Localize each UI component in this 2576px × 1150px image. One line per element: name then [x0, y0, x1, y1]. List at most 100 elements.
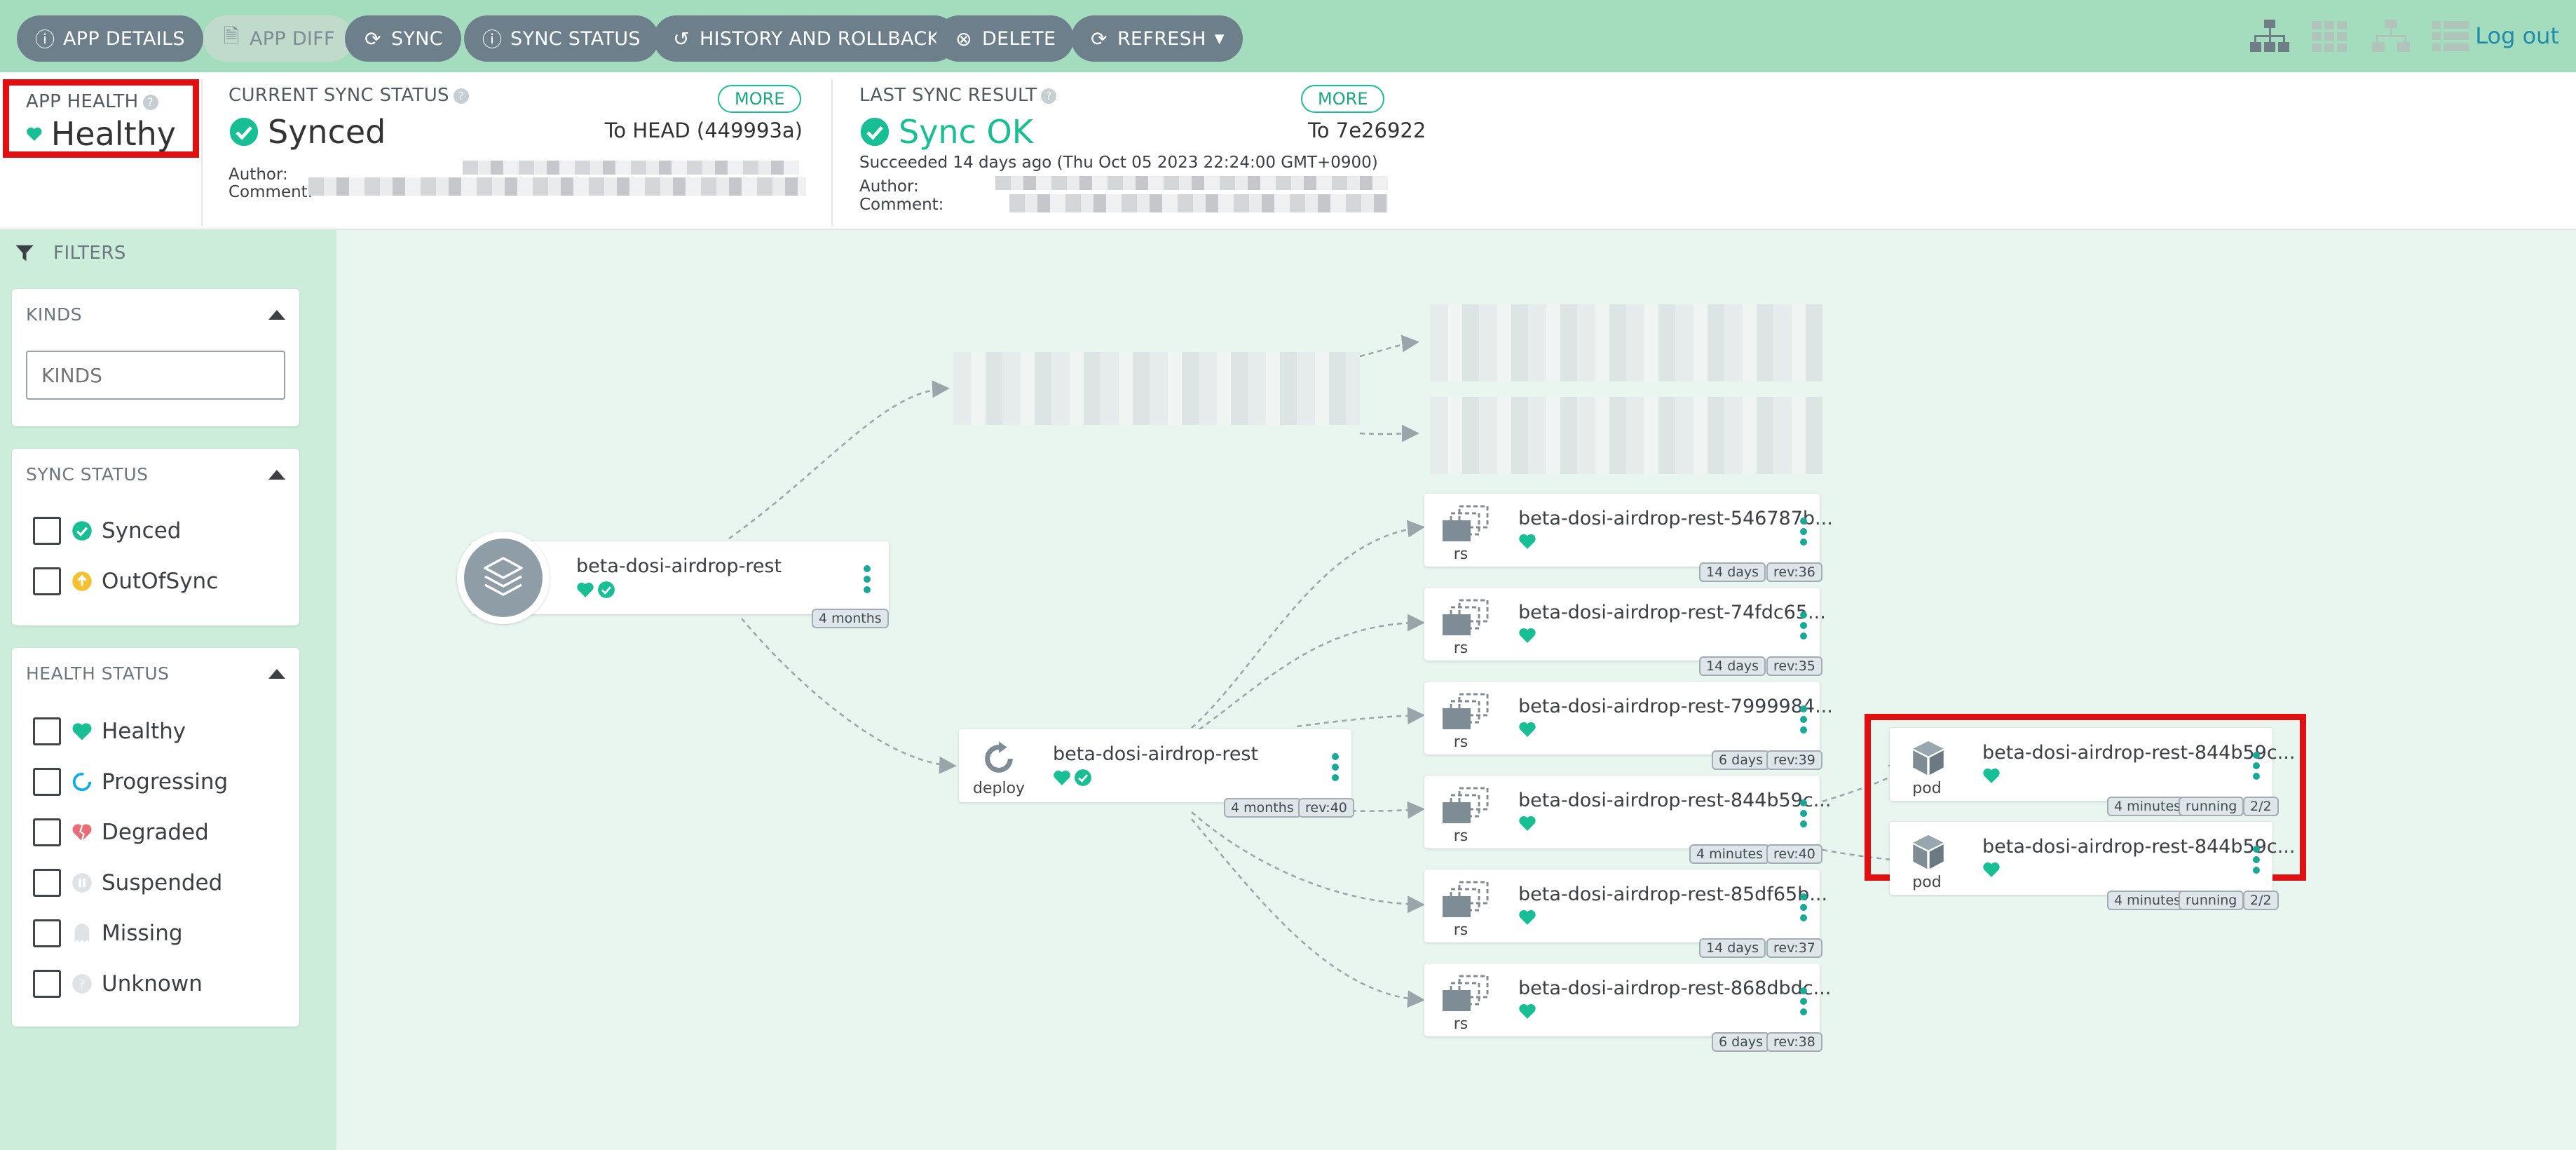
current-sync-target: To HEAD (449993a) [604, 119, 803, 142]
replicaset-icon [1443, 505, 1489, 541]
help-icon[interactable]: ? [453, 88, 469, 104]
tree-view-icon[interactable] [2250, 20, 2289, 55]
kebab-menu-icon[interactable] [2253, 752, 2260, 783]
app-diff-button[interactable]: 🗎 APP DIFF [203, 15, 353, 62]
divider [831, 79, 833, 226]
filter-healthy[interactable]: Healthy [33, 717, 186, 746]
filter-label: Unknown [102, 971, 203, 996]
node-name: beta-dosi-airdrop-rest-7999984... [1518, 696, 1833, 717]
pod-node[interactable]: pod beta-dosi-airdrop-rest-844b59c... 4 … [1890, 822, 2295, 910]
heart-icon [1519, 1003, 1536, 1019]
network-view-icon[interactable] [2372, 20, 2411, 55]
kebab-menu-icon[interactable] [1800, 518, 1807, 549]
checkbox[interactable] [33, 517, 61, 545]
history-and-rollback-button[interactable]: ↺ HISTORY AND ROLLBACK [653, 15, 958, 62]
filter-icon[interactable] [14, 243, 35, 264]
refresh-button[interactable]: ⟳ REFRESH ▼ [1071, 15, 1243, 62]
filter-unknown[interactable]: ? Unknown [33, 969, 203, 999]
checkbox[interactable] [33, 818, 61, 846]
node-name: beta-dosi-airdrop-rest-844b59c... [1982, 742, 2296, 764]
delete-button[interactable]: ⊗ DELETE [936, 15, 1075, 62]
replicaset-node[interactable]: rs beta-dosi-airdrop-rest-85df65b... 14 … [1424, 870, 1827, 958]
filter-synced[interactable]: Synced [33, 516, 181, 546]
kebab-menu-icon[interactable] [2253, 846, 2260, 877]
heart-icon [1519, 722, 1536, 737]
current-sync-more-button[interactable]: MORE [718, 85, 802, 113]
replicaset-node[interactable]: rs beta-dosi-airdrop-rest-74fdc65... 14 … [1424, 588, 1826, 676]
filter-outofsync[interactable]: OutOfSync [33, 567, 218, 596]
pod-cube-icon [1913, 834, 1944, 870]
logout-link[interactable]: Log out [2475, 22, 2559, 49]
filter-label: Synced [102, 518, 182, 543]
app-details-button[interactable]: ⓘ APP DETAILS [17, 15, 203, 62]
pods-view-icon[interactable] [2312, 20, 2351, 55]
revision-tag: rev:38 [1766, 1032, 1822, 1052]
age-tag: 14 days [1699, 656, 1766, 676]
node-name: beta-dosi-airdrop-rest-844b59c... [1982, 836, 2296, 858]
filter-degraded[interactable]: Degraded [33, 818, 209, 847]
filter-label: Healthy [102, 719, 186, 744]
filter-suspended[interactable]: Suspended [33, 868, 222, 898]
kinds-input[interactable] [26, 351, 285, 400]
replicaset-icon [1443, 881, 1489, 917]
age-tag: 4 months [812, 609, 889, 628]
kebab-menu-icon[interactable] [1800, 611, 1807, 643]
kebab-menu-icon[interactable] [864, 565, 871, 597]
node-kind: rs [1453, 1015, 1468, 1033]
checkbox[interactable] [33, 567, 61, 595]
redacted-node [953, 352, 1360, 425]
list-view-icon[interactable] [2432, 20, 2472, 55]
collapse-caret-icon[interactable] [268, 470, 285, 480]
replicaset-node[interactable]: rs beta-dosi-airdrop-rest-868dbdc... 6 d… [1424, 963, 1831, 1052]
kebab-menu-icon[interactable] [1800, 987, 1807, 1019]
revision-tag: rev:35 [1766, 656, 1822, 676]
age-tag: 4 months [1224, 798, 1301, 818]
pod-node[interactable]: pod beta-dosi-airdrop-rest-844b59c... 4 … [1890, 728, 2295, 816]
heart-icon [1519, 628, 1536, 643]
checkbox[interactable] [33, 768, 61, 796]
checkbox[interactable] [33, 919, 61, 947]
deploy-icon [985, 741, 1013, 773]
filter-progressing[interactable]: Progressing [33, 767, 228, 797]
status-tag: running [2179, 797, 2244, 816]
pause-circle-icon [72, 873, 92, 893]
node-name: beta-dosi-airdrop-rest-844b59c... [1518, 790, 1832, 811]
current-sync-author-label: Author: [229, 165, 288, 184]
collapse-caret-icon[interactable] [268, 310, 285, 320]
redacted-author [463, 161, 799, 175]
age-tag: 4 minutes [1689, 844, 1771, 864]
kebab-menu-icon[interactable] [1332, 753, 1339, 785]
sync-status-button[interactable]: ⓘ SYNC STATUS [464, 15, 659, 62]
last-sync-author-label: Author: [859, 177, 919, 196]
application-node[interactable]: beta-dosi-airdrop-rest 4 months [457, 532, 889, 628]
filter-label: Progressing [102, 769, 229, 794]
last-sync-more-button[interactable]: MORE [1301, 85, 1385, 113]
kebab-menu-icon[interactable] [1800, 893, 1807, 925]
sync-button[interactable]: ⟳ SYNC [345, 15, 461, 62]
heart-icon [72, 723, 92, 740]
node-name: beta-dosi-airdrop-rest-546787b... [1518, 508, 1833, 529]
collapse-caret-icon[interactable] [268, 669, 285, 679]
arrow-up-circle-icon [72, 571, 92, 591]
help-icon[interactable]: ? [1041, 88, 1057, 104]
status-tag: running [2179, 891, 2244, 910]
node-name: beta-dosi-airdrop-rest-868dbdc... [1518, 977, 1832, 999]
replicaset-node[interactable]: rs beta-dosi-airdrop-rest-844b59c... 4 m… [1424, 776, 1831, 864]
checkbox[interactable] [33, 717, 61, 745]
kebab-menu-icon[interactable] [1800, 705, 1807, 737]
replicaset-icon [1443, 787, 1489, 823]
kebab-menu-icon[interactable] [1800, 799, 1807, 831]
deployment-node[interactable]: deploy beta-dosi-airdrop-rest 4 months r… [959, 729, 1354, 818]
replicaset-node[interactable]: rs beta-dosi-airdrop-rest-7999984... 6 d… [1424, 682, 1833, 770]
checkbox[interactable] [33, 970, 61, 998]
redacted-node [1430, 304, 1822, 381]
help-icon[interactable]: ? [142, 94, 158, 110]
filter-missing[interactable]: Missing [33, 919, 183, 948]
node-name: beta-dosi-airdrop-rest-74fdc65... [1518, 602, 1826, 623]
replicaset-icon [1443, 693, 1489, 729]
app-layers-icon [464, 539, 543, 617]
last-sync-title: LAST SYNC RESULT [859, 85, 1037, 106]
node-kind: rs [1453, 546, 1468, 563]
replicaset-node[interactable]: rs beta-dosi-airdrop-rest-546787b... 14 … [1424, 494, 1833, 582]
checkbox[interactable] [33, 869, 61, 897]
